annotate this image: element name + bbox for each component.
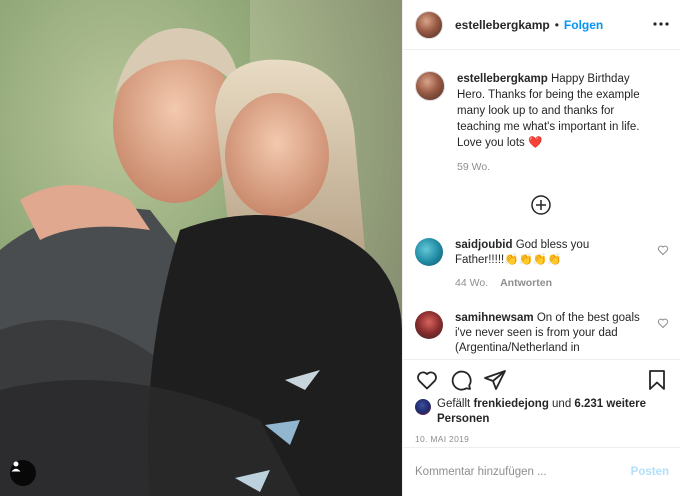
likes-user[interactable]: frenkiedejong: [473, 398, 548, 410]
more-options-button[interactable]: [653, 16, 669, 32]
comment-username[interactable]: samihnewsam: [455, 312, 534, 324]
caption-meta: 59 Wo.: [457, 159, 657, 175]
heart-icon[interactable]: [415, 368, 439, 392]
load-more-comments-button[interactable]: [530, 194, 552, 216]
caption-body: estellebergkamp Happy Birthday Hero. Tha…: [457, 71, 657, 175]
plus-circle-icon: [531, 195, 551, 215]
send-icon[interactable]: [483, 368, 507, 392]
header-username[interactable]: estellebergkamp: [455, 18, 550, 32]
bookmark-icon[interactable]: [645, 368, 669, 392]
separator-dot: •: [554, 17, 559, 32]
photo-illustration: [0, 0, 402, 496]
comment-username[interactable]: saidjoubid: [455, 239, 513, 251]
comment-time[interactable]: 44 Wo.: [455, 277, 488, 289]
post-actions: Gefällt frenkiedejong und 6.231 weitere …: [403, 359, 680, 447]
post-sidebar: estellebergkamp • Folgen estellebergkamp…: [402, 0, 680, 496]
user-icon: [11, 461, 21, 472]
likes-summary: Gefällt frenkiedejong und 6.231 weitere …: [415, 397, 657, 427]
comment-icon[interactable]: [449, 368, 473, 392]
caption: estellebergkamp Happy Birthday Hero. Tha…: [415, 71, 669, 175]
comments-section: estellebergkamp Happy Birthday Hero. Tha…: [403, 51, 680, 359]
action-icons: [415, 368, 669, 394]
post-header: estellebergkamp • Folgen: [403, 0, 680, 50]
caption-avatar[interactable]: [415, 71, 445, 101]
comment-avatar[interactable]: [415, 311, 443, 339]
post-date[interactable]: 10. MAI 2019: [415, 434, 469, 444]
reply-button[interactable]: Antworten: [500, 277, 552, 289]
likes-middle: und: [548, 398, 575, 410]
caption-time[interactable]: 59 Wo.: [457, 161, 490, 173]
caption-username[interactable]: estellebergkamp: [457, 73, 548, 85]
avatar[interactable]: [415, 10, 443, 39]
add-comment-bar: Kommentar hinzufügen ... Posten: [403, 447, 680, 496]
likes-text: Gefällt frenkiedejong und 6.231 weitere …: [437, 397, 657, 427]
post-comment-button[interactable]: Posten: [631, 466, 669, 478]
likes-prefix: Gefällt: [437, 398, 474, 410]
caption-emoji: ❤️: [527, 137, 543, 149]
follow-button[interactable]: Folgen: [564, 18, 603, 32]
liker-avatar[interactable]: [415, 399, 431, 415]
comment-meta: 44 Wo. Antworten: [455, 276, 641, 291]
comment-body: saidjoubid God bless you Father!!!!!👏👏👏👏…: [455, 238, 641, 291]
post-photo[interactable]: [0, 0, 402, 496]
comment-item: saidjoubid God bless you Father!!!!!👏👏👏👏…: [415, 238, 669, 291]
more-horizontal-icon: [653, 22, 669, 26]
comment-body: samihnewsam On of the best goals i've ne…: [455, 311, 641, 356]
comment-item: samihnewsam On of the best goals i've ne…: [415, 311, 669, 356]
comment-input[interactable]: Kommentar hinzufügen ...: [415, 466, 631, 478]
comment-avatar[interactable]: [415, 238, 443, 266]
tagged-users-button[interactable]: [10, 460, 36, 486]
instagram-post: estellebergkamp • Folgen estellebergkamp…: [0, 0, 680, 496]
comment-like-heart-icon[interactable]: [657, 317, 669, 329]
comment-like-heart-icon[interactable]: [657, 244, 669, 256]
